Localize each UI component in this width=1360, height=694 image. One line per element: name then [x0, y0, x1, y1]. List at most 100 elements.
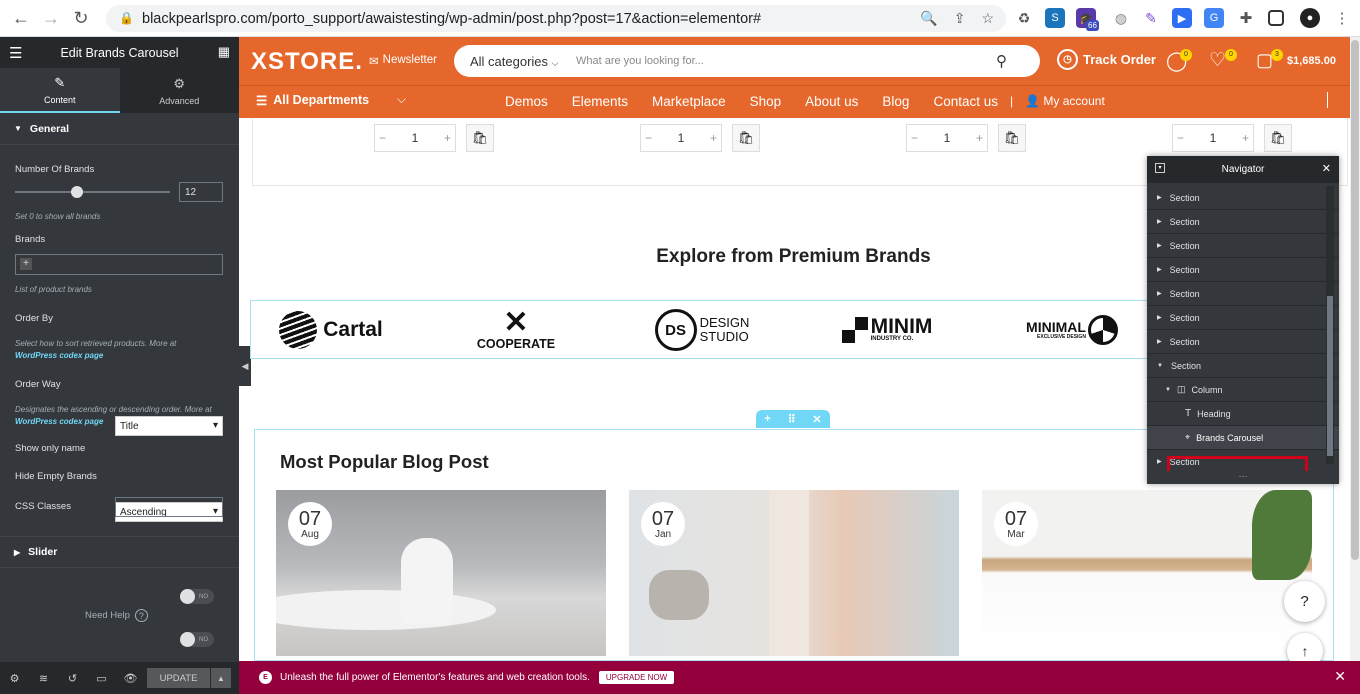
- qty-minus-4[interactable]: −: [1177, 131, 1184, 145]
- globe-extension-icon[interactable]: ◍: [1111, 8, 1131, 28]
- nav-item-section-3[interactable]: ▶ Section: [1147, 234, 1339, 258]
- nav-item-section-7[interactable]: ▶ Section: [1147, 330, 1339, 354]
- qty-minus-1[interactable]: −: [379, 131, 386, 145]
- track-order-link[interactable]: ◷ Track Order: [1057, 49, 1156, 70]
- add-to-cart-icon-4[interactable]: 🛍: [1264, 124, 1292, 152]
- bookmark-star-icon[interactable]: ☆: [981, 10, 994, 27]
- tab-advanced[interactable]: ⚙ Advanced: [120, 68, 240, 113]
- cart-total[interactable]: $1,685.00: [1287, 55, 1336, 67]
- blog-post-card-1[interactable]: 07 Aug: [276, 490, 606, 656]
- codex-link-order-by[interactable]: WordPress codex page: [15, 351, 103, 360]
- pen-extension-icon[interactable]: ✎: [1141, 8, 1161, 28]
- nav-shop[interactable]: Shop: [750, 94, 782, 109]
- nav-demos[interactable]: Demos: [505, 94, 548, 109]
- nav-item-section-1[interactable]: ▶ Section: [1147, 186, 1339, 210]
- address-bar[interactable]: 🔒 blackpearlspro.com/porto_support/awais…: [106, 5, 1006, 32]
- zoom-icon[interactable]: 🔍: [920, 10, 937, 27]
- qty-value-3[interactable]: 1: [944, 131, 951, 145]
- nav-item-section-6[interactable]: ▶ Section: [1147, 306, 1339, 330]
- nav-blog[interactable]: Blog: [882, 94, 909, 109]
- drag-section-icon[interactable]: ⠿: [788, 413, 796, 426]
- nav-my-account[interactable]: 👤 My account: [1025, 94, 1105, 109]
- brands-select-field[interactable]: +: [15, 254, 223, 275]
- navigator-scrollbar-thumb[interactable]: [1327, 296, 1333, 456]
- nav-item-section-5[interactable]: ▶ Section: [1147, 282, 1339, 306]
- help-chat-icon[interactable]: ?: [1284, 581, 1325, 622]
- qty-plus-3[interactable]: +: [976, 131, 983, 145]
- delete-section-icon[interactable]: ✕: [812, 413, 821, 426]
- hide-empty-brands-toggle[interactable]: NO: [180, 632, 214, 647]
- nav-item-heading[interactable]: T Heading: [1147, 402, 1339, 426]
- brand-cooperate-logo[interactable]: ✕ COOPERATE: [466, 302, 566, 358]
- nav-item-column[interactable]: ▼ ◫ Column: [1147, 378, 1339, 402]
- qty-plus-1[interactable]: +: [444, 131, 451, 145]
- section-general-toggle[interactable]: ▼ General: [0, 113, 239, 145]
- layers-icon[interactable]: ≋: [29, 672, 58, 685]
- page-scrollbar-thumb[interactable]: [1351, 40, 1359, 560]
- qty-minus-3[interactable]: −: [911, 131, 918, 145]
- page-scrollbar[interactable]: [1350, 37, 1360, 661]
- add-brand-icon[interactable]: +: [20, 258, 32, 270]
- apps-grid-icon[interactable]: ▦: [218, 44, 230, 60]
- translate-extension-icon[interactable]: G: [1204, 8, 1224, 28]
- nav-item-section-2[interactable]: ▶ Section: [1147, 210, 1339, 234]
- navigator-resize-handle[interactable]: ⋯: [1147, 471, 1339, 484]
- departments-chevron-icon[interactable]: ⌵: [397, 92, 406, 107]
- update-options-caret[interactable]: ▲: [211, 668, 231, 688]
- responsive-icon[interactable]: ▭: [87, 672, 116, 685]
- preview-eye-icon[interactable]: 👁: [116, 672, 145, 685]
- section-slider-toggle[interactable]: ▶ Slider: [0, 536, 239, 568]
- settings-icon[interactable]: ⚙: [0, 672, 29, 685]
- collapse-all-icon[interactable]: ▾: [1155, 163, 1165, 173]
- recycle-extension-icon[interactable]: ♻: [1014, 8, 1034, 28]
- nav-elements[interactable]: Elements: [572, 94, 628, 109]
- brand-cartal-logo[interactable]: Cartal: [276, 302, 386, 358]
- profile-avatar[interactable]: ●: [1300, 8, 1320, 28]
- add-to-cart-icon-2[interactable]: 🛍: [732, 124, 760, 152]
- site-logo[interactable]: XSTORE.: [251, 48, 363, 76]
- qty-plus-4[interactable]: +: [1242, 131, 1249, 145]
- back-icon[interactable]: ←: [6, 3, 36, 33]
- qty-minus-2[interactable]: −: [645, 131, 652, 145]
- nav-item-section-8[interactable]: ▼ Section: [1147, 354, 1339, 378]
- qty-value-4[interactable]: 1: [1210, 131, 1217, 145]
- nav-item-brands-carousel[interactable]: ⌖ Brands Carousel: [1147, 426, 1339, 450]
- add-to-cart-icon-3[interactable]: 🛍: [998, 124, 1026, 152]
- navigator-header[interactable]: ▾ Navigator ✕: [1147, 156, 1339, 183]
- search-icon[interactable]: ⚲: [996, 52, 1007, 70]
- add-to-cart-icon-1[interactable]: 🛍: [466, 124, 494, 152]
- show-only-name-toggle[interactable]: NO: [180, 589, 214, 604]
- number-of-brands-slider-handle[interactable]: [71, 186, 83, 198]
- video-extension-icon[interactable]: ▶: [1172, 8, 1192, 28]
- hamburger-icon[interactable]: ☰: [9, 44, 22, 62]
- navigator-scrollbar[interactable]: [1326, 186, 1334, 464]
- brand-minimal-logo[interactable]: MINIMAL EXCLUSIVE DESIGN: [1016, 302, 1128, 358]
- category-select[interactable]: All categories ⌵: [454, 54, 576, 69]
- sidebar-toggle-icon[interactable]: [1268, 10, 1284, 26]
- nav-about-us[interactable]: About us: [805, 94, 858, 109]
- menu-kebab-icon[interactable]: ⋮: [1332, 8, 1352, 28]
- tab-content[interactable]: ✎ Content: [0, 68, 120, 113]
- forward-icon[interactable]: →: [36, 3, 66, 33]
- navigator-close-icon[interactable]: ✕: [1322, 162, 1331, 175]
- puzzle-extensions-icon[interactable]: ✚: [1236, 8, 1256, 28]
- qty-value-2[interactable]: 1: [678, 131, 685, 145]
- nav-marketplace[interactable]: Marketplace: [652, 94, 726, 109]
- qty-plus-2[interactable]: +: [710, 131, 717, 145]
- nav-item-section-4[interactable]: ▶ Section: [1147, 258, 1339, 282]
- codex-link-order-way[interactable]: WordPress codex page: [15, 417, 103, 426]
- s-extension-icon[interactable]: S: [1045, 8, 1065, 28]
- upgrade-now-button[interactable]: UPGRADE NOW: [598, 671, 675, 684]
- wishlist-heart-icon[interactable]: ♡: [1209, 49, 1226, 72]
- history-icon[interactable]: ↺: [58, 672, 87, 685]
- blog-post-card-2[interactable]: 07 Jan: [629, 490, 959, 656]
- nav-contact-us[interactable]: Contact us: [933, 94, 998, 109]
- qty-value-1[interactable]: 1: [412, 131, 419, 145]
- all-departments-menu[interactable]: ☰ All Departments: [256, 93, 369, 108]
- add-section-icon[interactable]: +: [764, 413, 770, 425]
- need-help-link[interactable]: Need Help ?: [85, 609, 148, 622]
- css-classes-input[interactable]: [115, 497, 223, 517]
- search-input[interactable]: What are you looking for...: [576, 55, 996, 67]
- promo-close-icon[interactable]: ✕: [1334, 668, 1346, 685]
- reload-icon[interactable]: ↻: [66, 3, 96, 33]
